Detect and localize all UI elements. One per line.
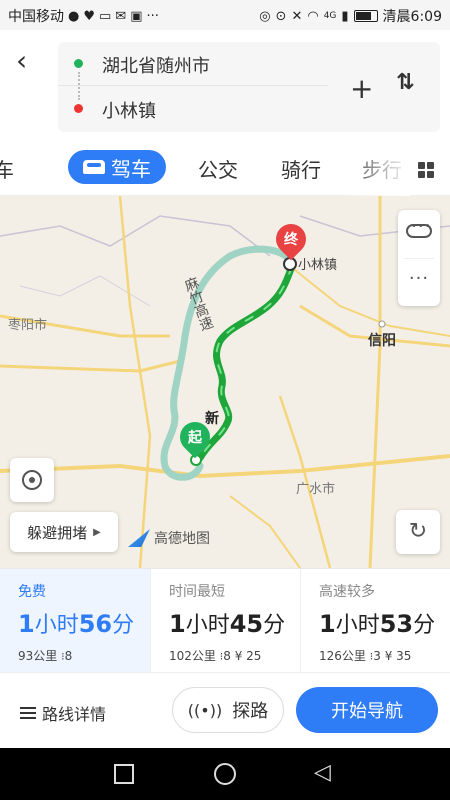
destination-field[interactable]: 小林镇 <box>58 87 328 131</box>
route-plans: 免费 1小时56分 93公里 ⁝8 时间最短 1小时45分 102公里 ⁝8 ¥… <box>0 568 450 673</box>
origin-text: 湖北省随州市 <box>102 56 210 77</box>
start-pin-label: 起 <box>188 430 202 446</box>
more-options-icon[interactable]: ··· <box>398 268 440 289</box>
origin-field[interactable]: 湖北省随州市 <box>58 42 328 86</box>
map-label-guangshui: 广水市 <box>296 482 336 497</box>
plan-distance: 126公里 <box>319 649 366 663</box>
plan-meta: 126公里 ⁝3 ¥ 35 <box>319 647 450 664</box>
system-nav-bar: ◁ <box>0 748 450 800</box>
avoid-congestion-button[interactable]: 躲避拥堵 ▶ <box>10 512 118 552</box>
more-notifications-icon: ··· <box>146 8 159 24</box>
route-header: ‹ 湖北省随州市 小林镇 + ⇅ <box>0 30 450 140</box>
sync-icon: ◎ <box>259 8 271 24</box>
tab-fade <box>340 140 410 196</box>
plan-highway[interactable]: 高速较多 1小时53分 126公里 ⁝3 ¥ 35 <box>300 569 450 673</box>
silent-icon: ✕ <box>291 8 303 24</box>
network-label: 4G <box>323 11 337 21</box>
locate-me-button[interactable] <box>10 458 54 502</box>
tab-bus[interactable]: 公交 <box>198 154 238 183</box>
location-icon: ⊙ <box>275 8 287 24</box>
route-input-box: 湖北省随州市 小林镇 + ⇅ <box>58 42 440 132</box>
signal-icon: ▮ <box>341 8 349 24</box>
plan-toll: ¥ 35 <box>384 649 412 663</box>
destination-dot-icon <box>74 104 83 113</box>
wifi-icon: ◠ <box>307 8 319 24</box>
play-arrow-icon: ▶ <box>93 526 101 538</box>
car-icon <box>83 160 105 174</box>
add-waypoint-icon[interactable]: + <box>350 72 373 105</box>
home-icon[interactable] <box>214 763 236 785</box>
map-label-zaoyang: 枣阳市 <box>8 318 48 333</box>
amap-logo-text: 高德地图 <box>154 531 210 547</box>
status-bar: 中国移动 ● ♥ ▭ ✉ ▣ ··· ◎ ⊙ ✕ ◠ 4G ▮ 清晨6:09 <box>0 0 450 30</box>
refresh-route-button[interactable]: ↻ <box>396 510 440 554</box>
explore-label: 探路 <box>232 701 269 722</box>
plan-tag: 免费 <box>18 584 46 600</box>
swap-route-icon[interactable]: ⇅ <box>396 70 414 95</box>
back-arrow-icon[interactable]: ‹ <box>16 46 40 76</box>
map-side-controls: ··· <box>398 210 440 306</box>
explore-route-button[interactable]: ((•)) 探路 <box>172 687 284 733</box>
plan-free[interactable]: 免费 1小时56分 93公里 ⁝8 <box>0 569 150 673</box>
traffic-icon[interactable] <box>406 221 432 238</box>
plan-distance: 93公里 <box>18 649 58 663</box>
end-pin-label: 终 <box>284 232 298 248</box>
plan-meta: 102公里 ⁝8 ¥ 25 <box>169 647 300 664</box>
recents-icon[interactable] <box>114 764 134 784</box>
tab-drive-label: 驾车 <box>111 156 151 181</box>
message-icon: ▭ <box>99 8 112 24</box>
avoid-congestion-label: 躲避拥堵 <box>27 523 88 542</box>
plan-meta: 93公里 ⁝8 <box>18 647 150 664</box>
start-navigation-button[interactable]: 开始导航 <box>296 687 438 733</box>
plan-lights: 3 <box>373 649 381 663</box>
plan-duration: 1小时53分 <box>319 610 436 638</box>
origin-dot-icon <box>74 59 83 68</box>
tab-partial-left[interactable]: 车 <box>0 154 14 183</box>
plan-toll: ¥ 25 <box>234 649 262 663</box>
map-label-xiaolin: 小林镇 <box>298 258 338 273</box>
health-icon: ♥ <box>83 8 95 24</box>
tab-drive[interactable]: 驾车 <box>68 150 166 184</box>
broadcast-icon: ((•)) <box>187 700 223 720</box>
plan-duration: 1小时56分 <box>18 610 135 638</box>
list-icon <box>20 707 36 719</box>
amap-logo: 高德地图 <box>128 528 210 548</box>
route-detail-label: 路线详情 <box>42 705 107 724</box>
battery-icon <box>353 10 378 22</box>
plan-tag: 高速较多 <box>319 584 375 600</box>
tab-ride[interactable]: 骑行 <box>281 154 321 183</box>
route-detail-button[interactable]: 路线详情 <box>20 701 106 725</box>
plan-distance: 102公里 <box>169 649 216 663</box>
wechat-icon: ● <box>68 8 80 24</box>
map-view[interactable]: 枣阳市 信阳 广水市 小林镇 麻竹高速 新 终 起 ··· 躲避拥堵 ▶ 高德地… <box>0 196 450 568</box>
plan-duration: 1小时45分 <box>169 610 286 638</box>
start-navigation-label: 开始导航 <box>331 701 403 722</box>
transport-mode-tabs: 车 驾车 公交 骑行 步行 <box>0 140 450 196</box>
map-label-road: 新 <box>205 411 219 427</box>
news-icon: ▣ <box>130 8 143 24</box>
map-label-xinyang: 信阳 <box>368 333 396 349</box>
carrier-label: 中国移动 <box>8 9 64 25</box>
destination-text: 小林镇 <box>102 101 156 122</box>
amap-logo-icon <box>128 529 150 547</box>
bottom-actions: 路线详情 ((•)) 探路 开始导航 <box>0 672 450 748</box>
plan-lights: 8 <box>64 649 73 663</box>
clock: 清晨6:09 <box>382 9 442 25</box>
more-modes-icon[interactable] <box>418 162 434 178</box>
plan-lights: 8 <box>223 649 231 663</box>
plan-tag: 时间最短 <box>169 584 225 600</box>
plan-fastest[interactable]: 时间最短 1小时45分 102公里 ⁝8 ¥ 25 <box>150 569 300 673</box>
back-triangle-icon[interactable]: ◁ <box>314 760 331 785</box>
mail-icon: ✉ <box>115 8 127 24</box>
